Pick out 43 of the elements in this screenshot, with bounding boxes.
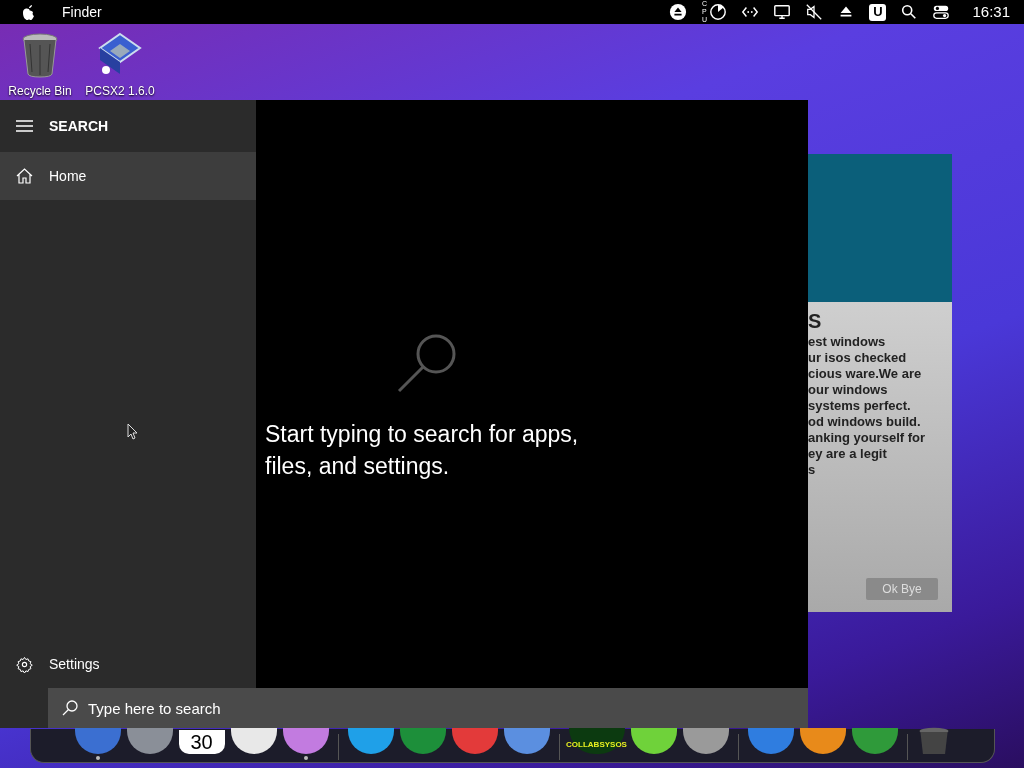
calendar-date: 30	[190, 731, 213, 753]
dialog-text-line: anking yourself for	[808, 430, 927, 446]
gear-icon	[16, 655, 33, 673]
dialog-text-line: s	[808, 462, 817, 478]
home-icon	[16, 168, 33, 184]
app-name[interactable]: Finder	[62, 1, 102, 23]
app-icon[interactable]	[347, 728, 394, 754]
trash-bin-icon[interactable]	[20, 32, 60, 78]
app-icon[interactable]	[230, 728, 277, 754]
desktop-icon-label[interactable]: Recycle Bin	[8, 82, 72, 100]
u-badge[interactable]: U	[869, 3, 887, 21]
mouse-cursor-icon	[127, 423, 138, 440]
calendar-icon[interactable]: 30	[178, 730, 225, 754]
app-icon[interactable]	[799, 728, 846, 754]
app-icon[interactable]	[282, 728, 329, 754]
dialog-heading: S	[808, 309, 823, 334]
dialog-text-line: our windows	[808, 382, 889, 398]
search-field[interactable]: Type here to search	[48, 688, 808, 728]
dialog-text-line: est windows	[808, 334, 887, 350]
gauge-icon[interactable]	[709, 3, 728, 21]
globe-badge-icon[interactable]: COLLABSYSOS	[568, 728, 625, 754]
apple-icon[interactable]	[22, 4, 36, 20]
menu-clock[interactable]: 16:31	[972, 0, 1010, 24]
sidebar-title: SEARCH	[49, 116, 109, 136]
display-icon[interactable]	[773, 3, 792, 21]
menu-icon[interactable]	[16, 120, 33, 132]
eject-icon[interactable]	[669, 3, 688, 21]
app-icon[interactable]	[630, 728, 677, 754]
settings-item[interactable]: Settings	[0, 642, 256, 686]
search-icon[interactable]	[900, 3, 919, 21]
empty-search-message: Start typing to search for apps, files, and settings.	[265, 420, 580, 481]
dialog-text-line: od windows build.	[808, 414, 922, 430]
toggles-icon[interactable]	[932, 3, 951, 21]
nav-item[interactable]: Home	[0, 152, 256, 200]
dialog-text-line: ey are a legit	[808, 446, 888, 462]
dialog-text-line: ur isos checked	[808, 350, 908, 366]
dialog-text-line: cious ware.We are	[808, 366, 923, 382]
search-icon	[62, 700, 78, 716]
badge-label: COLLABSYSOS	[566, 739, 627, 751]
desktop-icon-label[interactable]: PCSX2 1.6.0	[85, 82, 155, 100]
muted-speaker-icon[interactable]	[805, 3, 824, 21]
app-icon[interactable]	[682, 728, 729, 754]
dialog-text-line: systems perfect.	[808, 398, 912, 414]
